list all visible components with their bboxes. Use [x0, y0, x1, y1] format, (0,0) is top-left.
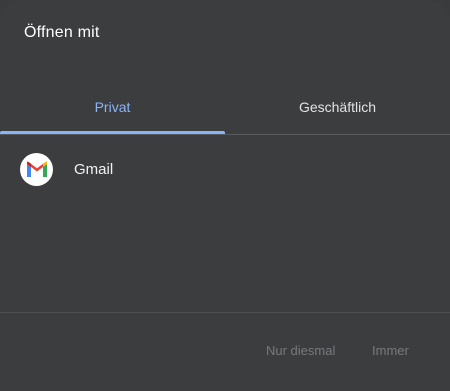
dialog-title: Öffnen mit — [24, 24, 100, 41]
app-label-gmail: Gmail — [74, 161, 114, 178]
always-button[interactable]: Immer — [372, 343, 409, 358]
gmail-logo-glyph — [26, 161, 47, 177]
tab-private[interactable]: Privat — [0, 78, 225, 135]
tabs-divider — [0, 134, 450, 135]
app-item-gmail[interactable]: Gmail — [0, 145, 450, 195]
profile-tabs: Privat Geschäftlich — [0, 78, 450, 135]
just-once-button[interactable]: Nur diesmal — [266, 343, 335, 358]
actions-divider — [0, 312, 450, 313]
tab-business[interactable]: Geschäftlich — [225, 78, 450, 135]
gmail-icon — [20, 153, 53, 186]
open-with-sheet: Öffnen mit Privat Geschäftlich Gmail Nur… — [0, 0, 450, 391]
